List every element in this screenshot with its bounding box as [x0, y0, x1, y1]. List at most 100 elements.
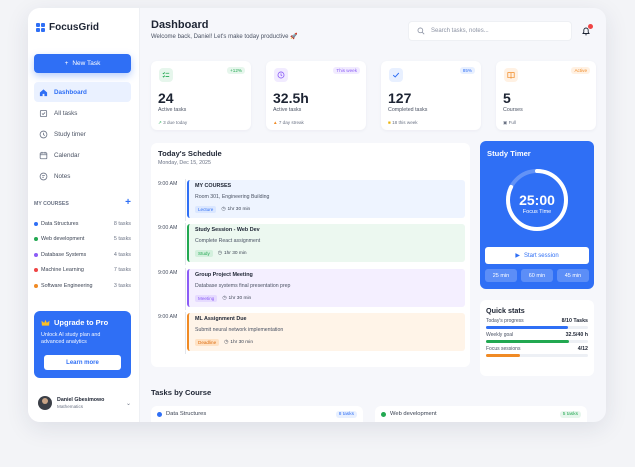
- preset-25-button[interactable]: 25 min: [485, 269, 517, 282]
- clock-icon: ◷: [217, 251, 222, 256]
- app-window: FocusGrid + New Task Dashboard All tasks…: [28, 8, 606, 422]
- timeline-line: [185, 268, 186, 310]
- event-card[interactable]: MY COURSES Room 301, Engineering Buildin…: [187, 180, 465, 218]
- stat-footnote-text: 7 day streak: [278, 120, 304, 125]
- learn-more-button[interactable]: Learn more: [44, 355, 121, 370]
- course-item-web-development[interactable]: Web development 5 tasks: [34, 232, 131, 248]
- sidebar-item-label: Dashboard: [54, 88, 87, 96]
- sidebar-item-dashboard[interactable]: Dashboard: [34, 82, 131, 102]
- course-name: Database Systems: [41, 251, 87, 258]
- stat-tag: Active: [571, 67, 590, 74]
- event-description: Complete React assignment: [195, 238, 261, 244]
- sidebar-item-study-timer[interactable]: Study timer: [34, 124, 131, 144]
- stat-footnote-text: 3 due today: [163, 120, 188, 125]
- course-dot-icon: [381, 411, 386, 417]
- page-subtitle: Welcome back, Daniel! Let's make today p…: [151, 34, 298, 40]
- course-count: 8 tasks: [113, 220, 131, 227]
- course-dot-icon: [157, 411, 162, 417]
- schedule-date: Monday, Dec 15, 2025: [158, 160, 211, 166]
- search-placeholder: Search tasks, notes...: [431, 28, 489, 34]
- event-type-pill: Meeting: [195, 295, 218, 302]
- course-count: 3 tasks: [113, 282, 131, 289]
- sidebar-item-label: All tasks: [54, 109, 78, 117]
- stat-card-hours: This week 32.5h Active tasks ▲ 7 day str…: [266, 61, 366, 130]
- event-title: ML Assignment Due: [195, 316, 247, 322]
- study-timer-card: Study Timer 25:00 Focus Time ▶ Start ses…: [480, 141, 594, 289]
- user-profile[interactable]: Daniel Gbesimowo Mathematics ⌄: [34, 391, 131, 415]
- upgrade-card: Upgrade to Pro Unlock AI study plan and …: [34, 311, 131, 378]
- event-card[interactable]: Study Session - Web Dev Complete React a…: [187, 224, 465, 262]
- sidebar-nav: Dashboard All tasks Study timer Calendar…: [34, 82, 131, 187]
- quick-stat-value: 32.5/40 h: [565, 332, 588, 338]
- event-duration: ◷ 1hr 30 min: [221, 207, 250, 212]
- avatar: [38, 396, 52, 410]
- notes-icon: [39, 172, 48, 180]
- event-time: 9:00 AM: [158, 225, 178, 231]
- sidebar-item-label: Calendar: [54, 151, 80, 159]
- course-card-count: 5 tasks: [559, 410, 581, 418]
- duration-text: 1hr 30 min: [230, 340, 253, 345]
- stat-label: Completed tasks: [388, 107, 428, 113]
- event-title: Group Project Meeting: [195, 272, 253, 278]
- event-title: MY COURSES: [195, 183, 232, 189]
- stat-footnote-text: 18 this week: [392, 120, 418, 125]
- search-icon: [417, 27, 425, 35]
- event-card[interactable]: ML Assignment Due Submit neural network …: [187, 313, 465, 351]
- preset-60-button[interactable]: 60 min: [521, 269, 553, 282]
- course-card-count: 8 tasks: [335, 410, 357, 418]
- sidebar-item-notes[interactable]: Notes: [34, 166, 131, 186]
- preset-45-button[interactable]: 45 min: [557, 269, 589, 282]
- user-role: Mathematics: [57, 404, 84, 409]
- course-card-web-development[interactable]: Web development 5 tasks: [375, 406, 587, 422]
- schedule-panel: Today's Schedule Monday, Dec 15, 2025 9:…: [151, 143, 470, 367]
- course-card-data-structures[interactable]: Data Structures 8 tasks: [151, 406, 363, 422]
- course-dot-icon: [34, 221, 38, 226]
- course-card-name: Web development: [390, 411, 437, 417]
- event-time: 9:00 AM: [158, 270, 178, 276]
- chevron-down-icon[interactable]: ⌄: [126, 400, 131, 407]
- upgrade-title: Upgrade to Pro: [54, 318, 109, 327]
- new-task-button[interactable]: + New Task: [34, 54, 131, 73]
- event-meta: Study ◷ 1hr 30 min: [195, 250, 247, 257]
- stat-footnote-text: Full: [508, 120, 517, 125]
- course-item-data-structures[interactable]: Data Structures 8 tasks: [34, 216, 131, 232]
- quick-stat-label: Focus sessions: [486, 346, 521, 352]
- sidebar-item-label: Notes: [54, 172, 71, 180]
- stat-footnote: ↗ 3 due today: [158, 120, 187, 126]
- quick-stat-progress: Today's progress 8/10 Tasks: [486, 318, 588, 329]
- play-icon: ▶: [515, 253, 520, 259]
- logo[interactable]: FocusGrid: [36, 22, 99, 33]
- search-input[interactable]: Search tasks, notes...: [408, 21, 572, 41]
- clock-icon: ◷: [222, 296, 227, 301]
- quick-stat-value: 8/10 Tasks: [561, 318, 588, 324]
- courses-section-header: MY COURSES +: [34, 197, 131, 208]
- course-item-database-systems[interactable]: Database Systems 4 tasks: [34, 247, 131, 263]
- course-list: Data Structures 8 tasks Web development 5 …: [34, 216, 131, 294]
- course-item-software-engineering[interactable]: Software Engineering 3 tasks: [34, 278, 131, 294]
- tasks-by-course-title: Tasks by Course: [151, 388, 212, 397]
- calendar-icon: ▣: [503, 120, 508, 125]
- home-icon: [39, 88, 48, 96]
- stat-label: Active tasks: [273, 107, 302, 113]
- start-session-button[interactable]: ▶ Start session: [485, 247, 589, 264]
- stat-label: Active tasks: [158, 107, 187, 113]
- sidebar-item-calendar[interactable]: Calendar: [34, 145, 131, 165]
- user-info: Daniel Gbesimowo Mathematics: [57, 397, 104, 409]
- course-item-machine-learning[interactable]: Machine Learning 7 tasks: [34, 263, 131, 279]
- progress-bar: [486, 354, 588, 357]
- list-icon: [39, 109, 48, 117]
- clock-icon: ◷: [224, 340, 229, 345]
- event-meta: Meeting ◷ 1hr 30 min: [195, 295, 251, 302]
- progress-bar: [486, 326, 588, 329]
- sidebar-item-all-tasks[interactable]: All tasks: [34, 103, 131, 123]
- timeline-line: [185, 312, 186, 354]
- book-icon: [504, 68, 518, 82]
- quick-stat-value: 4/12: [577, 346, 588, 352]
- check-icon: [389, 68, 403, 82]
- course-name: Software Engineering: [41, 282, 93, 289]
- event-card[interactable]: Group Project Meeting Database systems f…: [187, 269, 465, 307]
- course-count: 5 tasks: [113, 236, 131, 243]
- plus-icon: +: [64, 60, 69, 67]
- calendar-icon: [39, 151, 48, 159]
- add-course-plus-icon[interactable]: +: [125, 197, 131, 208]
